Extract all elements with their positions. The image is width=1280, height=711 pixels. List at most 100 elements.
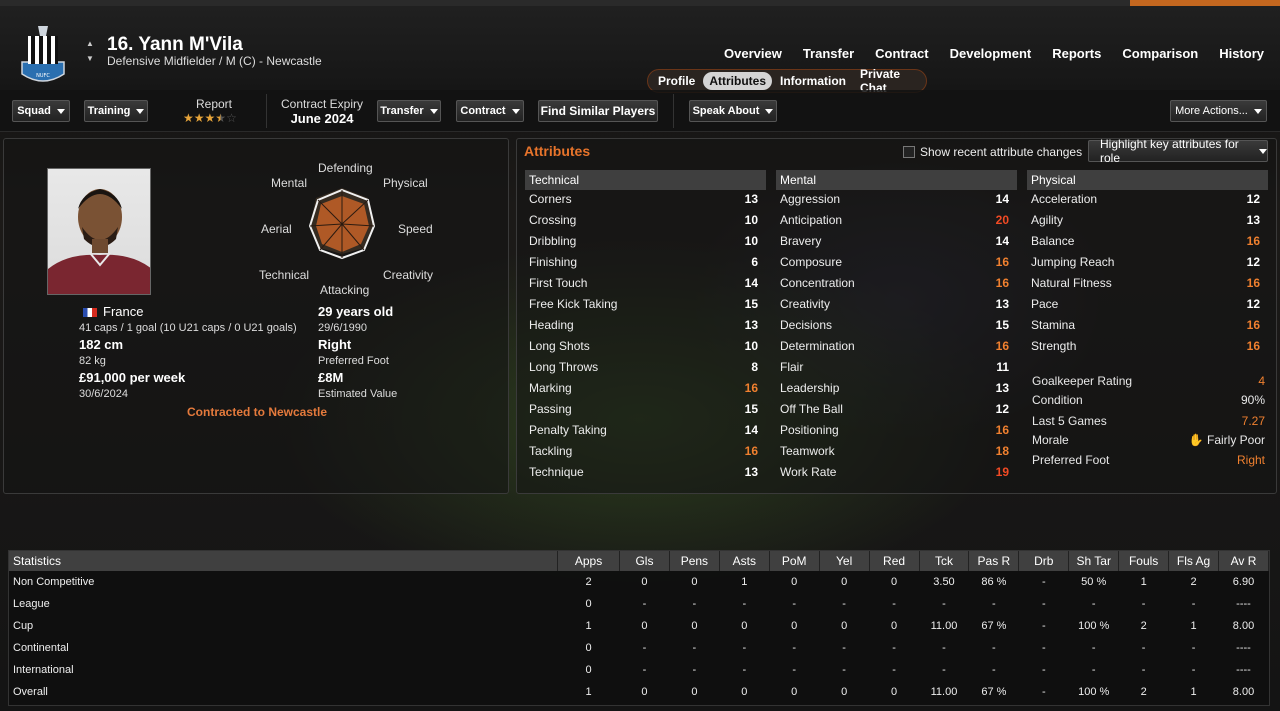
attribute-row-corners[interactable]: Corners 13 xyxy=(525,190,762,211)
speak-about-button[interactable]: Speak About xyxy=(689,100,777,122)
attribute-row-free-kick-taking[interactable]: Free Kick Taking 15 xyxy=(525,295,762,316)
attribute-row-determination[interactable]: Determination 16 xyxy=(776,337,1013,358)
stats-cell: 2 xyxy=(1190,576,1197,588)
attribute-row-teamwork[interactable]: Teamwork 18 xyxy=(776,442,1013,463)
stats-column-header[interactable]: Av R xyxy=(1218,551,1270,571)
stats-row[interactable]: Cup 1 0 0 0 0 0 0 11.00 67 % - 100 % 2 1 8.00 xyxy=(9,615,1269,637)
player-nation[interactable]: France xyxy=(83,304,143,319)
extra-label: Last 5 Games xyxy=(1032,414,1107,428)
attribute-row-agility[interactable]: Agility 13 xyxy=(1027,211,1264,232)
club-crest-icon: NUFC xyxy=(21,26,65,82)
attribute-row-creativity[interactable]: Creativity 13 xyxy=(776,295,1013,316)
attribute-row-flair[interactable]: Flair 11 xyxy=(776,358,1013,379)
attribute-row-aggression[interactable]: Aggression 14 xyxy=(776,190,1013,211)
nav-transfer[interactable]: Transfer xyxy=(803,46,854,61)
morale-hand-icon: ✋ xyxy=(1188,433,1207,447)
attribute-row-decisions[interactable]: Decisions 15 xyxy=(776,316,1013,337)
tab-information[interactable]: Information xyxy=(774,72,852,90)
more-actions-button[interactable]: More Actions... xyxy=(1170,100,1267,122)
attribute-row-balance[interactable]: Balance 16 xyxy=(1027,232,1264,253)
attribute-value: 19 xyxy=(995,465,1009,479)
attribute-row-long-shots[interactable]: Long Shots 10 xyxy=(525,337,762,358)
nav-overview[interactable]: Overview xyxy=(724,46,782,61)
attribute-row-concentration[interactable]: Concentration 16 xyxy=(776,274,1013,295)
attribute-row-stamina[interactable]: Stamina 16 xyxy=(1027,316,1264,337)
stats-cell: - xyxy=(1091,664,1096,676)
tab-attributes[interactable]: Attributes xyxy=(703,72,773,90)
show-changes-checkbox[interactable] xyxy=(903,146,915,158)
transfer-button[interactable]: Transfer xyxy=(377,100,441,122)
attribute-value: 20 xyxy=(995,213,1009,227)
attribute-row-heading[interactable]: Heading 13 xyxy=(525,316,762,337)
player-nav-arrows[interactable]: ▲ ▼ xyxy=(86,36,94,66)
nav-history[interactable]: History xyxy=(1219,46,1264,61)
stats-column-header[interactable]: Pas R xyxy=(968,551,1020,571)
contract-button[interactable]: Contract xyxy=(456,100,524,122)
stats-row[interactable]: League 0- - - - - - - - - - - - ---- xyxy=(9,593,1269,615)
stats-row[interactable]: International 0- - - - - - - - - - - - ---- xyxy=(9,659,1269,681)
stats-body: Non Competitive 2 0 0 1 0 0 0 3.50 86 % - 50 % 1 2 6.9… xyxy=(9,571,1269,703)
attribute-value: 12 xyxy=(1246,255,1260,269)
nav-contract[interactable]: Contract xyxy=(875,46,928,61)
attribute-row-penalty-taking[interactable]: Penalty Taking 14 xyxy=(525,421,762,442)
stats-column-header[interactable]: Apps xyxy=(557,551,620,571)
stats-column-header[interactable]: Fls Ag xyxy=(1168,551,1219,571)
stats-column-header[interactable]: PoM xyxy=(769,551,820,571)
attribute-row-jumping-reach[interactable]: Jumping Reach 12 xyxy=(1027,253,1264,274)
attribute-row-first-touch[interactable]: First Touch 14 xyxy=(525,274,762,295)
attribute-row-tackling[interactable]: Tackling 16 xyxy=(525,442,762,463)
report-stars[interactable]: ★★★★☆ xyxy=(183,111,237,125)
technical-header: Technical xyxy=(525,170,766,190)
stats-column-header[interactable]: Fouls xyxy=(1118,551,1170,571)
stats-column-header[interactable]: Yel xyxy=(819,551,870,571)
stats-column-header[interactable]: Sh Tar xyxy=(1068,551,1120,571)
attribute-label: Bravery xyxy=(780,234,822,248)
attribute-row-dribbling[interactable]: Dribbling 10 xyxy=(525,232,762,253)
stats-column-header[interactable]: Drb xyxy=(1018,551,1070,571)
nav-development[interactable]: Development xyxy=(950,46,1032,61)
attribute-row-long-throws[interactable]: Long Throws 8 xyxy=(525,358,762,379)
tab-profile[interactable]: Profile xyxy=(652,72,701,90)
extra-row-last-5-games: Last 5 Games 7.27 xyxy=(1032,414,1265,432)
attribute-row-off-the-ball[interactable]: Off The Ball 12 xyxy=(776,400,1013,421)
attribute-row-positioning[interactable]: Positioning 16 xyxy=(776,421,1013,442)
attribute-label: Concentration xyxy=(780,276,855,290)
attribute-row-composure[interactable]: Composure 16 xyxy=(776,253,1013,274)
attribute-value: 12 xyxy=(1246,297,1260,311)
stats-row[interactable]: Non Competitive 2 0 0 1 0 0 0 3.50 86 % - 50 % 1 2 6.9… xyxy=(9,571,1269,593)
attribute-row-passing[interactable]: Passing 15 xyxy=(525,400,762,421)
attribute-row-marking[interactable]: Marking 16 xyxy=(525,379,762,400)
find-similar-players-button[interactable]: Find Similar Players xyxy=(538,100,658,122)
attribute-row-strength[interactable]: Strength 16 xyxy=(1027,337,1264,358)
attribute-row-finishing[interactable]: Finishing 6 xyxy=(525,253,762,274)
stats-column-header[interactable]: Red xyxy=(869,551,920,571)
stats-column-header[interactable]: Asts xyxy=(719,551,770,571)
attribute-row-leadership[interactable]: Leadership 13 xyxy=(776,379,1013,400)
extra-row-morale: Morale ✋ Fairly Poor xyxy=(1032,433,1265,451)
attribute-row-natural-fitness[interactable]: Natural Fitness 16 xyxy=(1027,274,1264,295)
nav-reports[interactable]: Reports xyxy=(1052,46,1101,61)
training-button[interactable]: Training xyxy=(84,100,148,122)
attribute-row-anticipation[interactable]: Anticipation 20 xyxy=(776,211,1013,232)
nav-comparison[interactable]: Comparison xyxy=(1122,46,1198,61)
attribute-row-work-rate[interactable]: Work Rate 19 xyxy=(776,463,1013,484)
attribute-row-bravery[interactable]: Bravery 14 xyxy=(776,232,1013,253)
highlight-role-dropdown[interactable]: Highlight key attributes for role xyxy=(1088,137,1268,165)
stats-cell: - xyxy=(1041,620,1046,632)
squad-button[interactable]: Squad xyxy=(12,100,70,122)
attribute-row-technique[interactable]: Technique 13 xyxy=(525,463,762,484)
contracted-to-link[interactable]: Contracted to Newcastle xyxy=(187,405,327,419)
stats-column-header[interactable]: Statistics xyxy=(9,551,559,571)
attribute-row-acceleration[interactable]: Acceleration 12 xyxy=(1027,190,1264,211)
stats-column-header[interactable]: Tck xyxy=(919,551,970,571)
attribute-row-pace[interactable]: Pace 12 xyxy=(1027,295,1264,316)
star-icon: ★ xyxy=(204,111,216,125)
stats-cell: - xyxy=(692,664,697,676)
stats-column-header[interactable]: Gls xyxy=(619,551,670,571)
attribute-row-crossing[interactable]: Crossing 10 xyxy=(525,211,762,232)
stats-row[interactable]: Continental 0- - - - - - - - - - - - ---- xyxy=(9,637,1269,659)
attribute-value: 15 xyxy=(744,297,758,311)
stats-row[interactable]: Overall 1 0 0 0 0 0 0 11.00 67 % - 100 % 2 1 8.00 xyxy=(9,681,1269,703)
attribute-value: 11 xyxy=(996,360,1009,374)
stats-column-header[interactable]: Pens xyxy=(669,551,720,571)
